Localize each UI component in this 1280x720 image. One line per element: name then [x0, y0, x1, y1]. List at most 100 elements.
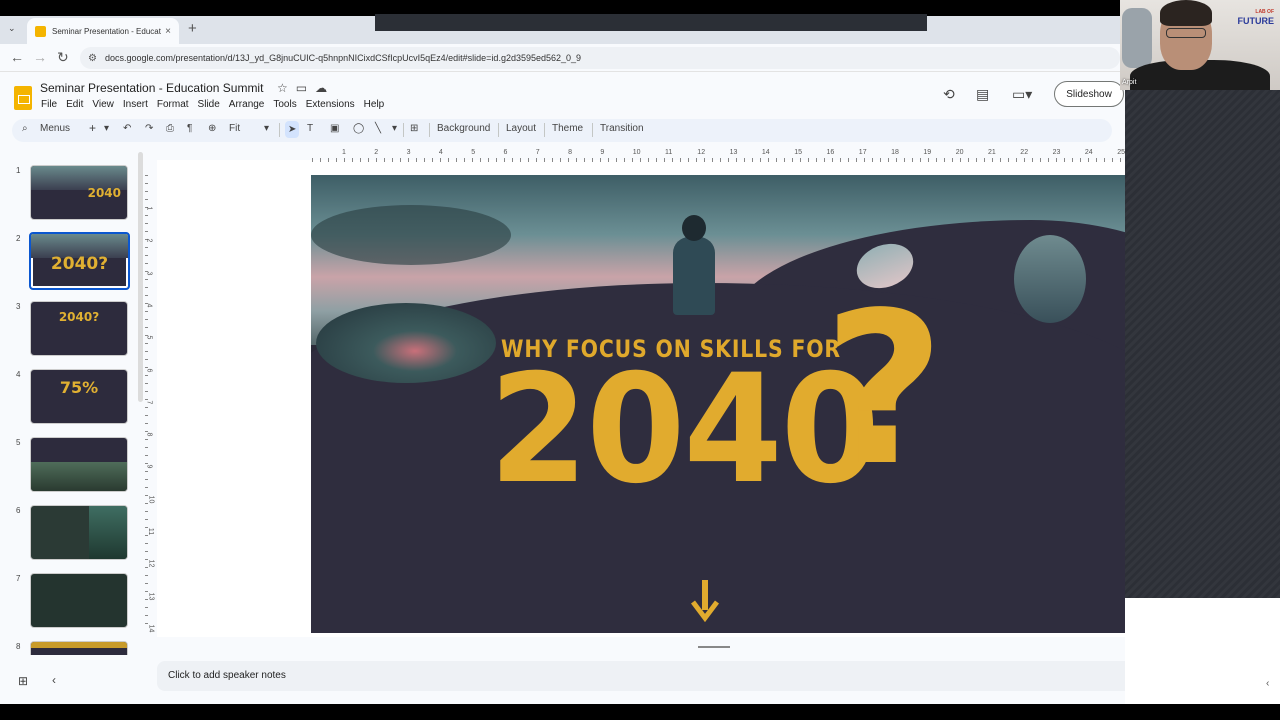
menu-file[interactable]: File — [41, 99, 57, 110]
ruler-label: 1 — [342, 149, 346, 156]
insert-image-icon[interactable]: ▣ — [330, 123, 339, 134]
slide-filmstrip: 1 2040 2 2040? 3 2040? 4 75% 5 6 7 8 — [0, 145, 150, 655]
slides-favicon-icon — [35, 25, 46, 37]
theme-button[interactable]: Theme — [552, 123, 583, 134]
slide-thumbnail-8[interactable] — [30, 641, 128, 655]
toolbar-divider — [544, 123, 545, 137]
ruler-label: 12 — [697, 149, 706, 156]
url-field[interactable]: ⚙ docs.google.com/presentation/d/13J_yd_… — [80, 47, 1120, 69]
dark-side-panel — [1125, 90, 1280, 598]
reload-icon[interactable]: ↻ — [57, 49, 69, 66]
background-button[interactable]: Background — [437, 123, 490, 134]
menu-arrange[interactable]: Arrange — [229, 99, 265, 110]
forward-icon[interactable]: → — [33, 49, 47, 65]
select-cursor-icon[interactable]: ➤ — [285, 121, 300, 138]
thumbnail-number: 1 — [16, 166, 21, 175]
layout-button[interactable]: Layout — [506, 123, 536, 134]
slide-thumbnail-2[interactable]: 2040? — [29, 232, 130, 290]
ruler-label: 1 — [145, 206, 153, 211]
menu-slide[interactable]: Slide — [198, 99, 220, 110]
text-box-icon[interactable]: T — [307, 123, 313, 134]
zoom-icon[interactable]: ⊕ — [208, 123, 216, 134]
slide-thumbnail-3[interactable]: 2040? — [30, 301, 128, 356]
slides-logo-icon[interactable] — [14, 86, 32, 110]
new-slide-icon[interactable]: + — [89, 121, 96, 135]
ruler-label: 2 — [374, 149, 379, 156]
new-tab-icon[interactable]: + — [188, 20, 197, 37]
browser-tab[interactable]: Seminar Presentation - Educatio × — [27, 18, 179, 44]
ruler-label: 23 — [1052, 149, 1061, 156]
ruler-label: 22 — [1020, 149, 1029, 156]
slide-thumbnail-7[interactable] — [30, 573, 128, 628]
search-menus-icon[interactable]: ⌕ — [22, 123, 28, 134]
back-icon[interactable]: ← — [10, 49, 24, 65]
document-title[interactable]: Seminar Presentation - Education Summit — [40, 81, 263, 95]
search-menus-label[interactable]: Menus — [40, 123, 70, 134]
slide-thumbnail-5[interactable] — [30, 437, 128, 492]
menu-tools[interactable]: Tools — [273, 99, 296, 110]
menu-help[interactable]: Help — [364, 99, 385, 110]
ruler-label: 3 — [145, 271, 153, 276]
notes-resize-handle[interactable] — [698, 646, 730, 648]
child-body — [673, 237, 715, 315]
slide-year-text[interactable]: 2040 — [489, 355, 880, 505]
site-settings-icon[interactable]: ⚙ — [88, 53, 97, 64]
slide-cloud-image — [311, 205, 511, 265]
slide-question-mark[interactable]: ? — [823, 285, 945, 495]
toolbar-divider — [498, 123, 499, 137]
thumbnail-number: 3 — [16, 302, 21, 311]
thumbnail-number: 7 — [16, 574, 21, 583]
transition-button[interactable]: Transition — [600, 123, 644, 134]
current-slide[interactable]: WHY FOCUS ON SKILLS FOR 2040 ? — [311, 175, 1127, 633]
ruler-label: 7 — [145, 400, 153, 405]
print-icon[interactable]: ⎙ — [166, 123, 174, 134]
collapse-filmstrip-icon[interactable]: ‹ — [52, 673, 56, 687]
slide-thumbnail-4[interactable]: 75% — [30, 369, 128, 424]
menu-view[interactable]: View — [92, 99, 114, 110]
toolbar-divider — [403, 123, 404, 137]
menu-bar: File Edit View Insert Format Slide Arran… — [41, 99, 384, 110]
grid-view-icon[interactable]: ⊞ — [18, 674, 28, 688]
menu-extensions[interactable]: Extensions — [306, 99, 355, 110]
new-slide-dropdown-icon[interactable]: ▾ — [104, 123, 109, 134]
redo-icon[interactable]: ↷ — [145, 123, 153, 134]
line-dropdown-icon[interactable]: ▾ — [392, 123, 397, 134]
slide-thumbnail-1[interactable]: 2040 — [30, 165, 128, 220]
ruler-label: 13 — [729, 149, 738, 156]
tab-search-dropdown-icon[interactable]: ⌄ — [8, 23, 16, 34]
paint-format-icon[interactable]: ¶ — [187, 123, 192, 134]
slide-thumbnail-6[interactable] — [30, 505, 128, 560]
cloud-status-icon[interactable]: ☁ — [315, 81, 327, 95]
meet-camera-icon[interactable]: ▭▾ — [1012, 86, 1032, 103]
zoom-select[interactable]: Fit — [229, 123, 240, 134]
move-folder-icon[interactable]: ▭ — [296, 81, 307, 95]
thumbnail-number: 2 — [16, 234, 21, 243]
ruler-label: 19 — [923, 149, 932, 156]
thumbnail-text: 2040? — [58, 310, 100, 324]
ruler-label: 8 — [568, 149, 572, 156]
comments-icon[interactable]: ▤ — [976, 86, 989, 103]
menu-format[interactable]: Format — [157, 99, 189, 110]
version-history-icon[interactable]: ⟲ — [943, 86, 955, 103]
menu-insert[interactable]: Insert — [123, 99, 148, 110]
speaker-notes[interactable]: Click to add speaker notes — [157, 661, 1268, 691]
bottom-black-band — [0, 704, 1280, 720]
ruler-label: 7 — [535, 149, 540, 156]
ruler-label: 21 — [988, 149, 996, 156]
address-bar: ← → ↻ ⚙ docs.google.com/presentation/d/1… — [0, 44, 1125, 72]
line-icon[interactable]: ╲ — [375, 123, 381, 134]
ruler-label: 24 — [1084, 149, 1093, 156]
star-icon[interactable]: ☆ — [277, 81, 288, 95]
filmstrip-scrollbar[interactable] — [138, 152, 143, 402]
close-tab-icon[interactable]: × — [165, 26, 171, 37]
undo-icon[interactable]: ↶ — [123, 123, 131, 134]
shape-icon[interactable]: ◯ — [353, 123, 364, 134]
menu-edit[interactable]: Edit — [66, 99, 83, 110]
slideshow-button[interactable]: Slideshow — [1054, 81, 1124, 107]
add-comment-icon[interactable]: ⊞ — [410, 123, 418, 134]
thumbnail-text: 2040 — [87, 186, 121, 200]
lab-of-future-logo: LAB OF FUTURE — [1238, 8, 1275, 26]
side-panel-toggle-icon[interactable]: ‹ — [1266, 678, 1269, 689]
ruler-label: 20 — [955, 149, 964, 156]
zoom-dropdown-icon[interactable]: ▾ — [264, 123, 269, 134]
